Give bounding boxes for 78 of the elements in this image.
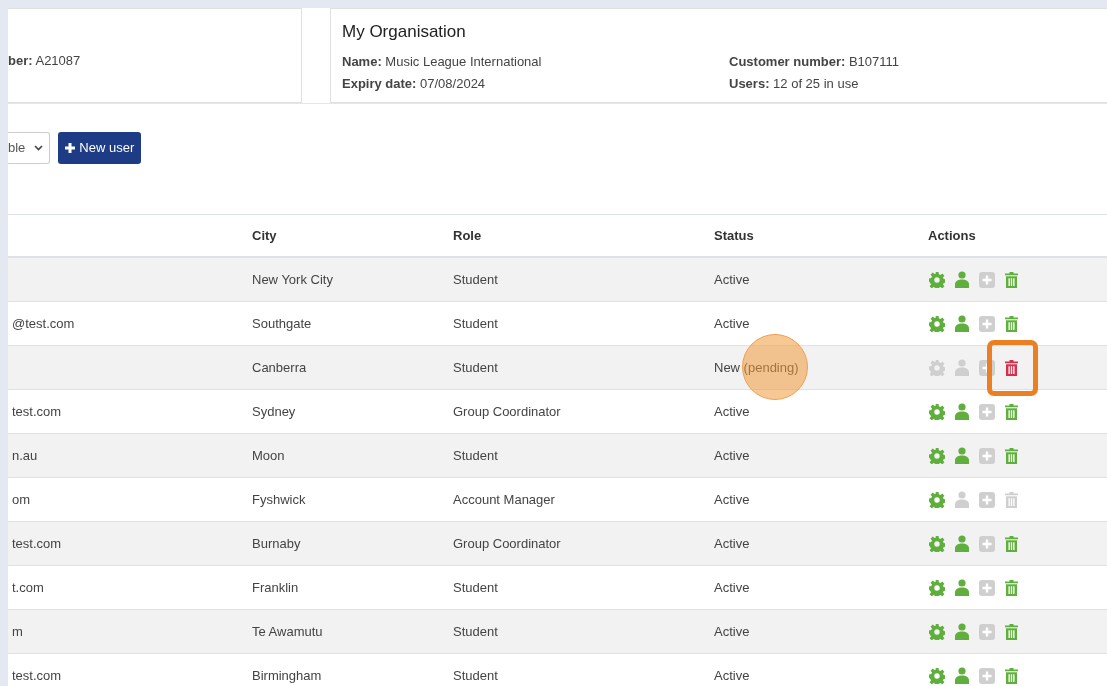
organisation-field: Name: Music League International (342, 51, 542, 71)
table-cell: n.au (12, 447, 38, 463)
trash-icon[interactable] (1005, 535, 1018, 552)
table-cell: test.com (12, 667, 62, 683)
table-cell: Account Manager (453, 491, 555, 507)
settings-icon[interactable] (929, 535, 945, 552)
chevron-down-icon (34, 145, 44, 151)
settings-icon[interactable] (929, 667, 945, 684)
table-cell: Sydney (252, 403, 296, 419)
table-cell: New York City (252, 271, 333, 287)
settings-icon[interactable] (929, 623, 945, 640)
table-cell: Burnaby (252, 535, 301, 551)
table-cell: New (pending) (714, 359, 799, 375)
table-cell: Active (714, 403, 750, 419)
settings-icon[interactable] (929, 579, 945, 596)
table-cell: test.com (12, 403, 62, 419)
organisation-field: Expiry date: 07/08/2024 (342, 74, 486, 94)
table-cell: Active (714, 315, 750, 331)
table-cell: Student (453, 579, 498, 595)
user-icon[interactable] (955, 403, 969, 420)
table-cell: Student (453, 667, 498, 683)
account-field: ber: A21087 (8, 51, 81, 71)
settings-icon[interactable] (929, 315, 945, 332)
table-cell: om (12, 491, 31, 507)
table-cell: Moon (252, 447, 285, 463)
column-header: Status (714, 227, 754, 243)
table-cell: Student (453, 359, 498, 375)
table-cell: Active (714, 447, 750, 463)
table-cell: m (12, 623, 23, 639)
filter-select[interactable]: ble (8, 132, 51, 164)
organisation-field: Users: 12 of 25 in use (729, 74, 859, 94)
column-header: City (252, 227, 277, 243)
table-cell: Group Coordinator (453, 535, 561, 551)
table-cell: Student (453, 447, 498, 463)
trash-icon[interactable] (1005, 667, 1018, 684)
user-icon[interactable] (955, 623, 969, 640)
trash-icon[interactable] (1005, 271, 1018, 288)
table-cell: Active (714, 271, 750, 287)
trash-icon[interactable] (1005, 623, 1018, 640)
table-cell: Active (714, 579, 750, 595)
plus-icon (65, 143, 76, 153)
trash-icon[interactable] (1005, 447, 1018, 464)
column-header: Actions (928, 227, 976, 243)
table-cell: Active (714, 535, 750, 551)
table-cell: Student (453, 623, 498, 639)
trash-icon[interactable] (1005, 315, 1018, 332)
table-cell: Active (714, 623, 750, 639)
user-icon[interactable] (955, 271, 969, 288)
trash-icon[interactable] (1005, 403, 1018, 420)
table-cell: Te Awamutu (252, 623, 323, 639)
table-cell: test.com (12, 535, 62, 551)
table-cell: Active (714, 667, 750, 683)
new-user-button[interactable]: New user (58, 132, 142, 164)
table-cell: Student (453, 315, 498, 331)
table-cell: Birmingham (252, 667, 322, 683)
table-cell: Group Coordinator (453, 403, 561, 419)
table-cell: t.com (12, 579, 44, 595)
user-icon[interactable] (955, 447, 969, 464)
settings-icon[interactable] (929, 403, 945, 420)
trash-icon[interactable] (1005, 579, 1018, 596)
settings-icon[interactable] (929, 271, 945, 288)
table-cell: Franklin (252, 579, 299, 595)
table-cell: Student (453, 271, 498, 287)
user-icon[interactable] (955, 535, 969, 552)
table-cell: @test.com (12, 315, 75, 331)
user-icon[interactable] (955, 579, 969, 596)
settings-icon[interactable] (929, 491, 945, 508)
settings-icon[interactable] (929, 447, 945, 464)
user-icon[interactable] (955, 315, 969, 332)
table-cell: Fyshwick (252, 491, 306, 507)
column-header: Role (453, 227, 482, 243)
card-title: My Organisation (342, 21, 466, 43)
table-cell: Southgate (252, 315, 312, 331)
user-icon[interactable] (955, 667, 969, 684)
table-cell: Canberra (252, 359, 307, 375)
trash-icon[interactable] (1005, 359, 1018, 376)
table-cell: Active (714, 491, 750, 507)
organisation-field: Customer number: B107111 (729, 51, 900, 71)
